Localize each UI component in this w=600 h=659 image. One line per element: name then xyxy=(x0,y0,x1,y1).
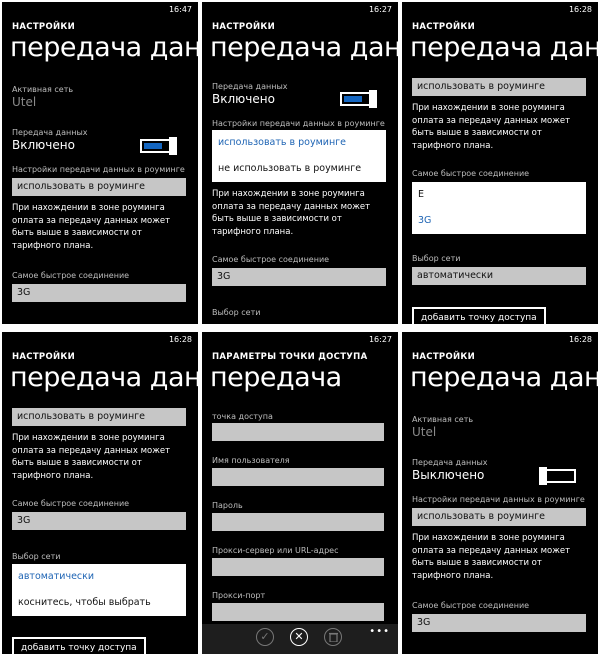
status-clock: 16:27 xyxy=(368,5,392,14)
status-clock: 16:47 xyxy=(168,5,192,14)
trash-icon[interactable] xyxy=(324,628,342,646)
toggle-fill xyxy=(344,96,362,102)
status-clock: 16:28 xyxy=(168,335,192,344)
proxy-port-input[interactable] xyxy=(212,603,384,621)
data-connection-label: Передача данных xyxy=(12,128,88,137)
roaming-select[interactable]: использовать в роуминге xyxy=(412,508,586,526)
page-title: передача данн xyxy=(210,32,398,63)
add-access-point-button[interactable]: добавить точку доступа xyxy=(12,637,146,654)
roaming-select[interactable]: использовать в роуминге xyxy=(412,78,586,96)
toggle-knob[interactable] xyxy=(539,467,547,485)
access-point-input[interactable] xyxy=(212,423,384,441)
app-bar: ✓ ✕ ••• xyxy=(202,624,398,654)
active-network-value: Utel xyxy=(412,425,437,439)
option-automatic[interactable]: автоматически xyxy=(12,564,186,590)
data-connection-value: Включено xyxy=(12,138,75,152)
network-select[interactable]: автоматически xyxy=(412,267,586,285)
active-network-value: Utel xyxy=(12,95,37,109)
roaming-description: При нахождении в зоне роуминга оплата за… xyxy=(212,189,371,237)
roaming-description: При нахождении в зоне роуминга оплата за… xyxy=(12,433,171,481)
roaming-select[interactable]: использовать в роуминге xyxy=(12,178,186,196)
page-title: передача данн xyxy=(10,32,198,63)
roaming-label: Настройки передачи данных в роуминге xyxy=(12,165,185,174)
data-toggle[interactable] xyxy=(140,137,177,155)
fastest-connection-select[interactable]: 3G xyxy=(412,614,586,632)
app-title: НАСТРОЙКИ xyxy=(412,22,476,32)
data-connection-label: Передача данных xyxy=(412,458,488,467)
proxy-server-label: Прокси-сервер или URL-адрес xyxy=(212,546,339,555)
proxy-server-input[interactable] xyxy=(212,558,384,576)
page-title: передача данн xyxy=(410,32,598,63)
option-e[interactable]: E xyxy=(412,182,586,208)
toggle-fill xyxy=(144,143,162,149)
option-no-roaming[interactable]: не использовать в роуминге xyxy=(212,156,386,182)
fastest-connection-label: Самое быстрое соединение xyxy=(412,601,530,610)
fastest-connection-label: Самое быстрое соединение xyxy=(212,255,330,264)
roaming-description: При нахождении в зоне роуминга оплата за… xyxy=(412,533,571,581)
data-toggle[interactable] xyxy=(539,467,576,485)
network-select-label: Выбор сети xyxy=(12,552,61,561)
page-title: передача данн xyxy=(410,362,598,393)
username-label: Имя пользователя xyxy=(212,456,290,465)
fastest-connection-label: Самое быстрое соединение xyxy=(12,271,130,280)
username-input[interactable] xyxy=(212,468,384,486)
page-title: передача данн xyxy=(10,362,198,393)
app-title: НАСТРОЙКИ xyxy=(412,352,476,362)
fastest-connection-select[interactable]: 3G xyxy=(212,268,386,286)
screen-access-point-settings: 16:27 ПАРАМЕТРЫ ТОЧКИ ДОСТУПА передача т… xyxy=(202,332,398,654)
status-clock: 16:28 xyxy=(568,5,592,14)
more-options-button[interactable]: ••• xyxy=(369,626,390,637)
connection-dropdown[interactable]: E 3G xyxy=(412,182,586,234)
network-select-label: Выбор сети xyxy=(212,308,261,317)
fastest-connection-label: Самое быстрое соединение xyxy=(412,169,530,178)
access-point-label: точка доступа xyxy=(212,412,273,421)
screen-roaming-dropdown: 16:27 НАСТРОЙКИ передача данн Передача д… xyxy=(202,2,398,324)
trash-glyph xyxy=(328,632,338,643)
check-icon[interactable]: ✓ xyxy=(256,628,274,646)
active-network-label: Активная сеть xyxy=(12,85,74,94)
status-clock: 16:27 xyxy=(368,335,392,344)
fastest-connection-label: Самое быстрое соединение xyxy=(12,499,130,508)
roaming-description: При нахождении в зоне роуминга оплата за… xyxy=(412,103,571,151)
option-use-roaming[interactable]: использовать в роуминге xyxy=(212,130,386,156)
fastest-connection-select[interactable]: 3G xyxy=(12,512,186,530)
proxy-port-label: Прокси-порт xyxy=(212,591,266,600)
app-title: ПАРАМЕТРЫ ТОЧКИ ДОСТУПА xyxy=(212,352,368,362)
option-3g[interactable]: 3G xyxy=(412,208,586,234)
data-connection-value: Выключено xyxy=(412,468,485,482)
password-label: Пароль xyxy=(212,501,243,510)
data-connection-value: Включено xyxy=(212,92,275,106)
app-title: НАСТРОЙКИ xyxy=(12,22,76,32)
status-clock: 16:28 xyxy=(568,335,592,344)
screen-network-dropdown: 16:28 НАСТРОЙКИ передача данн использова… xyxy=(2,332,198,654)
network-dropdown[interactable]: автоматически коснитесь, чтобы выбрать xyxy=(12,564,186,616)
fastest-connection-select[interactable]: 3G xyxy=(12,284,186,302)
screen-data-off: 16:28 НАСТРОЙКИ передача данн Активная с… xyxy=(402,332,598,654)
roaming-label: Настройки передачи данных в роуминге xyxy=(212,119,385,128)
app-title: НАСТРОЙКИ xyxy=(212,22,276,32)
active-network-label: Активная сеть xyxy=(412,415,474,424)
roaming-label: Настройки передачи данных в роуминге xyxy=(412,495,585,504)
page-title: передача xyxy=(210,362,342,393)
data-connection-label: Передача данных xyxy=(212,82,288,91)
network-select-label: Выбор сети xyxy=(412,254,461,263)
data-toggle[interactable] xyxy=(340,90,377,108)
roaming-description: При нахождении в зоне роуминга оплата за… xyxy=(12,203,171,251)
add-access-point-button[interactable]: добавить точку доступа xyxy=(412,307,546,324)
screen-data-on: 16:47 НАСТРОЙКИ передача данн Активная с… xyxy=(2,2,198,324)
password-input[interactable] xyxy=(212,513,384,531)
toggle-knob[interactable] xyxy=(169,137,177,155)
roaming-select[interactable]: использовать в роуминге xyxy=(12,408,186,426)
toggle-knob[interactable] xyxy=(369,90,377,108)
screen-connection-dropdown: 16:28 НАСТРОЙКИ передача данн использова… xyxy=(402,2,598,324)
close-icon[interactable]: ✕ xyxy=(290,628,308,646)
app-title: НАСТРОЙКИ xyxy=(12,352,76,362)
option-tap-to-choose[interactable]: коснитесь, чтобы выбрать xyxy=(12,590,186,616)
roaming-dropdown[interactable]: использовать в роуминге не использовать … xyxy=(212,130,386,182)
